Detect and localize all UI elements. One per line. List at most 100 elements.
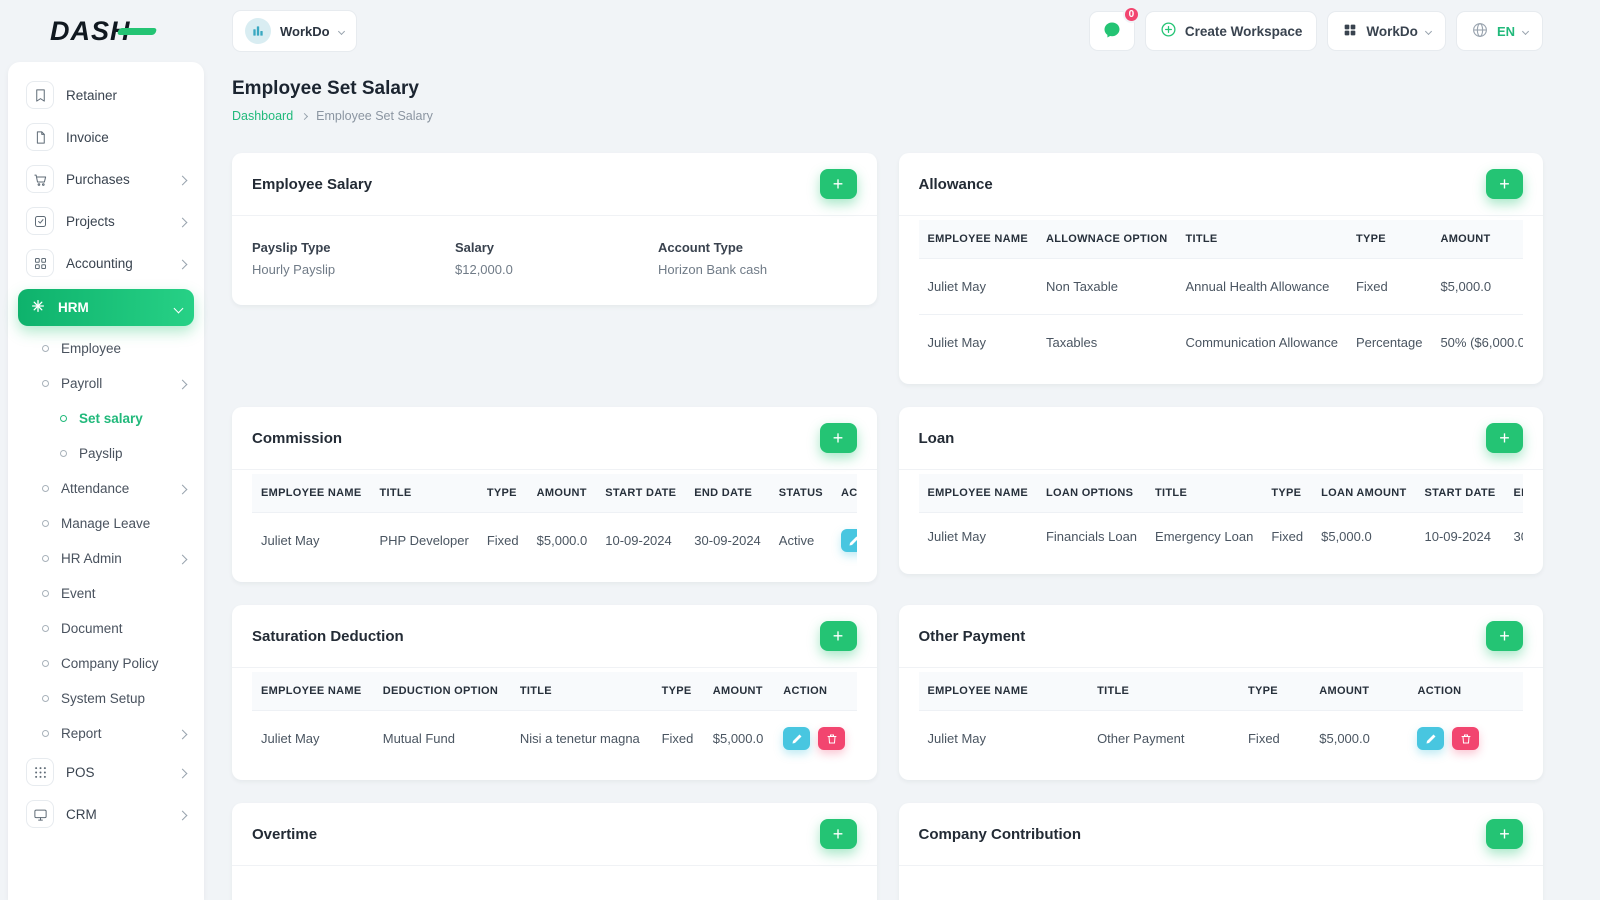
sidebar-item-pos[interactable]: POS — [18, 751, 194, 793]
cell-actions — [831, 512, 857, 568]
cell-status: Active — [769, 512, 832, 568]
card-title: Overtime — [252, 825, 318, 843]
delete-button[interactable] — [818, 727, 846, 750]
cell-employee-name: Juliet May — [252, 710, 374, 766]
create-workspace-button[interactable]: Create Workspace — [1144, 11, 1318, 51]
edit-button[interactable] — [783, 727, 811, 750]
overtime-card: Overtime + — [232, 803, 877, 900]
payslip-type-field: Payslip Type Hourly Payslip — [252, 240, 455, 277]
overtime-body — [232, 866, 877, 900]
cell-type: Fixed — [1238, 710, 1311, 766]
sidebar-item-document[interactable]: Document — [18, 611, 194, 646]
sidebar-item-system-setup[interactable]: System Setup — [18, 681, 194, 716]
workspace-select[interactable]: WorkDo — [232, 10, 357, 52]
add-loan-button[interactable]: + — [1486, 423, 1523, 453]
column-header: END DATE — [685, 474, 770, 513]
add-allowance-button[interactable]: + — [1486, 169, 1523, 199]
plus-icon: + — [1499, 626, 1510, 646]
language-select[interactable]: EN — [1455, 11, 1543, 51]
sidebar-item-employee[interactable]: Employee — [18, 331, 194, 366]
sidebar-item-payroll[interactable]: Payroll — [18, 366, 194, 401]
cart-icon — [26, 165, 54, 193]
column-header: ALLOWNACE OPTION — [1036, 220, 1177, 259]
sidebar-item-attendance[interactable]: Attendance — [18, 471, 194, 506]
sidebar-item-event[interactable]: Event — [18, 576, 194, 611]
column-header: TYPE — [1262, 474, 1313, 513]
edit-button[interactable] — [840, 529, 857, 552]
messages-button[interactable]: 0 — [1088, 6, 1140, 51]
sidebar-item-set-salary[interactable]: Set salary — [18, 401, 194, 436]
delete-button[interactable] — [1452, 727, 1480, 750]
card-title: Loan — [918, 429, 955, 447]
column-header: TITLE — [1088, 672, 1239, 711]
cell-end-date: 30-09-2024 — [685, 512, 770, 568]
other-payment-table: EMPLOYEE NAME TITLE TYPE AMOUNT ACTION J… — [918, 672, 1523, 766]
card-title: Company Contribution — [918, 825, 1081, 843]
column-header: ACTION — [831, 474, 857, 513]
column-header: DEDUCTION OPTION — [373, 672, 511, 711]
column-header: TITLE — [1176, 220, 1347, 259]
plus-icon: + — [832, 428, 844, 448]
edit-button[interactable] — [1417, 727, 1445, 750]
card-title: Allowance — [918, 175, 993, 193]
sidebar-item-invoice[interactable]: Invoice — [18, 116, 194, 158]
table-row: Juliet May Other Payment Fixed $5,000.0 — [918, 710, 1523, 766]
bullet-icon — [42, 590, 49, 597]
sidebar-item-report[interactable]: Report — [18, 716, 194, 751]
cell-type: Percentage — [1346, 314, 1432, 370]
column-header: AMOUNT — [527, 474, 597, 513]
sidebar-item-hrm[interactable]: HRM — [18, 289, 194, 326]
sidebar: Retainer Invoice Purchases Projects Acco… — [8, 62, 204, 900]
page-title: Employee Set Salary — [232, 78, 419, 99]
chevron-down-icon — [1521, 27, 1530, 35]
sidebar-item-label: Document — [61, 621, 123, 636]
retainer-icon — [26, 81, 54, 109]
messenger-icon — [1102, 20, 1122, 43]
workspace-logo-icon — [245, 18, 271, 44]
add-employee-salary-button[interactable]: + — [819, 169, 857, 199]
column-header: AMOUNT — [1310, 672, 1409, 711]
add-saturation-deduction-button[interactable]: + — [819, 621, 857, 651]
sidebar-item-retainer[interactable]: Retainer — [18, 74, 194, 116]
sidebar-item-label: Set salary — [79, 411, 143, 426]
sidebar-item-label: Retainer — [66, 87, 118, 103]
column-header: TITLE — [510, 672, 653, 711]
column-header: STATUS — [769, 474, 832, 513]
sidebar-item-purchases[interactable]: Purchases — [18, 158, 194, 200]
add-commission-button[interactable]: + — [819, 423, 857, 453]
add-overtime-button[interactable]: + — [819, 819, 857, 849]
sidebar-item-label: Projects — [66, 213, 115, 229]
sidebar-item-company-policy[interactable]: Company Policy — [18, 646, 194, 681]
breadcrumb-dashboard-link[interactable]: Dashboard — [232, 109, 293, 123]
column-header: END DATE — [1504, 474, 1523, 513]
category-grid-icon — [26, 249, 54, 277]
add-company-contribution-button[interactable]: + — [1486, 819, 1523, 849]
app-logo[interactable]: DASH — [0, 0, 210, 62]
sidebar-item-projects[interactable]: Projects — [18, 200, 194, 242]
clipboard-check-icon — [26, 207, 54, 235]
column-header: START DATE — [1415, 474, 1505, 513]
sidebar-item-hr-admin[interactable]: HR Admin — [18, 541, 194, 576]
saturation-deduction-table: EMPLOYEE NAME DEDUCTION OPTION TITLE TYP… — [252, 672, 857, 766]
table-row: Juliet May Mutual Fund Nisi a tenetur ma… — [252, 710, 857, 766]
table-header-row: EMPLOYEE NAME DEDUCTION OPTION TITLE TYP… — [252, 672, 857, 711]
workdo-menu-button[interactable]: WorkDo — [1327, 11, 1446, 51]
chevron-right-icon — [177, 551, 188, 566]
cell-title: Annual Health Allowance — [1176, 258, 1347, 315]
bullet-icon — [60, 450, 67, 457]
table-header-row: EMPLOYEE NAME TITLE TYPE AMOUNT ACTION — [918, 672, 1523, 711]
sidebar-item-manage-leave[interactable]: Manage Leave — [18, 506, 194, 541]
table-header-row: EMPLOYEE NAME TITLE TYPE AMOUNT START DA… — [252, 474, 857, 513]
dots-grid-icon — [26, 758, 54, 786]
sidebar-item-label: Company Policy — [61, 656, 159, 671]
plus-icon: + — [832, 174, 844, 194]
sidebar-item-accounting[interactable]: Accounting — [18, 242, 194, 284]
column-header: AMOUNT — [1431, 220, 1523, 259]
cell-loan-options: Financials Loan — [1036, 512, 1147, 560]
cell-loan-amount: $5,000.0 — [1312, 512, 1416, 560]
add-other-payment-button[interactable]: + — [1486, 621, 1523, 651]
cards-grid: Employee Salary + Payslip Type Hourly Pa… — [232, 153, 1543, 900]
sidebar-item-crm[interactable]: CRM — [18, 793, 194, 835]
app-shell: DASH Retainer Invoice Purchases Projects — [0, 0, 1600, 900]
sidebar-item-payslip[interactable]: Payslip — [18, 436, 194, 471]
